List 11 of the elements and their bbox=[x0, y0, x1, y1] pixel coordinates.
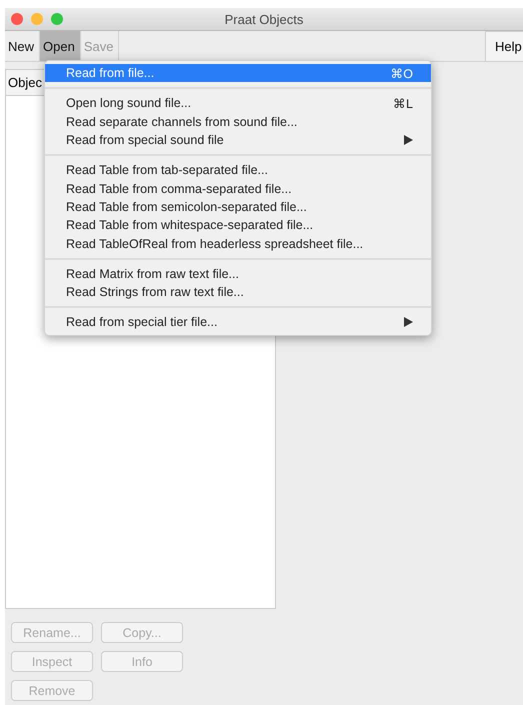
menu-item[interactable]: Read from file... ⌘O bbox=[45, 64, 431, 82]
minimize-button[interactable] bbox=[31, 13, 43, 25]
window-title: Praat Objects bbox=[224, 12, 304, 26]
help-menu[interactable]: Help bbox=[485, 31, 523, 61]
list-header: Objec bbox=[8, 75, 42, 90]
open-menu[interactable] bbox=[44, 60, 432, 336]
shortcut-label: ⌘L bbox=[393, 96, 413, 111]
shortcut-label: ⌘O bbox=[390, 66, 413, 81]
menu-bar-item[interactable]: Open bbox=[40, 31, 81, 61]
zoom-button[interactable] bbox=[51, 13, 63, 25]
close-button[interactable] bbox=[11, 13, 23, 25]
